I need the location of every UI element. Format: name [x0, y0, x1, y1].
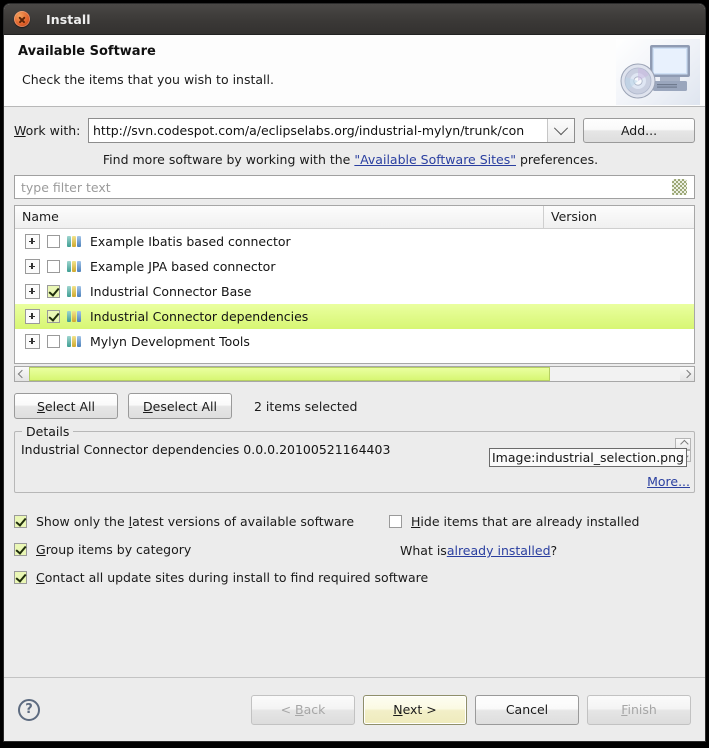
option-show-latest-label: Show only the latest versions of availab… [36, 513, 355, 529]
option-hide-installed-label: Hide items that are already installed [411, 514, 640, 529]
next-button[interactable]: Next > [363, 694, 467, 725]
option-group-by-category-checkbox[interactable] [14, 542, 27, 556]
feature-icon [67, 261, 83, 273]
row-name: Mylyn Development Tools [90, 334, 250, 349]
work-with-label: Work with: [14, 123, 81, 138]
cancel-button[interactable]: Cancel [475, 694, 579, 725]
title-bar: Install [4, 4, 705, 35]
option-group-by-category[interactable]: Group items by category [14, 535, 695, 563]
feature-icon [67, 336, 83, 348]
table-row[interactable]: Industrial Connector dependencies [15, 304, 694, 329]
option-show-latest-checkbox[interactable] [14, 514, 27, 528]
select-all-button[interactable]: Select All [14, 393, 118, 419]
option-hide-installed[interactable]: Hide items that are already installed [389, 514, 639, 529]
page-title: Available Software [18, 44, 156, 59]
table-row[interactable]: Mylyn Development Tools [15, 329, 694, 354]
page-subtitle: Check the items that you wish to install… [22, 72, 274, 87]
computer-disc-icon [616, 39, 700, 105]
work-with-input[interactable]: http://svn.codespot.com/a/eclipselabs.or… [89, 119, 547, 142]
details-legend: Details [22, 424, 74, 439]
option-hide-installed-checkbox[interactable] [389, 515, 402, 528]
already-installed-link[interactable]: already installed [447, 543, 551, 558]
close-icon[interactable] [14, 11, 30, 27]
deselect-all-button[interactable]: Deselect All [128, 393, 232, 419]
row-name: Example Ibatis based connector [90, 234, 291, 249]
selected-count-label: 2 items selected [254, 398, 358, 414]
scroll-left-icon[interactable] [15, 367, 29, 381]
table-row[interactable]: Industrial Connector Base [15, 279, 694, 304]
expand-icon[interactable] [25, 259, 40, 274]
table-row[interactable]: Example Ibatis based connector [15, 229, 694, 254]
feature-icon [67, 311, 83, 323]
work-with-row: Work with: http://svn.codespot.com/a/ecl… [14, 118, 695, 143]
expand-icon[interactable] [25, 309, 40, 324]
column-header-version[interactable]: Version [544, 206, 694, 228]
row-checkbox[interactable] [47, 235, 60, 248]
details-text: Industrial Connector dependencies 0.0.0.… [21, 442, 391, 457]
chevron-down-icon[interactable] [547, 119, 574, 142]
tree-rows: Example Ibatis based connector Example JP… [15, 229, 694, 354]
row-checkbox[interactable] [47, 260, 60, 273]
row-name: Industrial Connector Base [90, 284, 252, 299]
image-filename-tooltip: Image:industrial_selection.png [489, 448, 687, 467]
row-name: Industrial Connector dependencies [90, 309, 309, 324]
dialog-content: Work with: http://svn.codespot.com/a/ecl… [4, 107, 705, 677]
wizard-banner: Available Software Check the items that … [4, 35, 705, 107]
row-checkbox[interactable] [47, 285, 60, 298]
install-dialog-window: Install Available Software Check the ite… [4, 4, 705, 741]
what-is-suffix: ? [550, 543, 558, 558]
eraser-icon[interactable] [672, 179, 687, 195]
work-with-combo[interactable]: http://svn.codespot.com/a/eclipselabs.or… [88, 118, 575, 143]
finish-button[interactable]: Finish [587, 694, 691, 725]
available-sites-hint: Find more software by working with the "… [14, 152, 695, 167]
scroll-track[interactable] [29, 367, 680, 381]
options-group: Show only the latest versions of availab… [14, 507, 695, 591]
horizontal-scrollbar[interactable] [14, 366, 695, 382]
expand-icon[interactable] [25, 234, 40, 249]
expand-icon[interactable] [25, 334, 40, 349]
what-is-prefix: What is [400, 543, 447, 558]
row-name: Example JPA based connector [90, 259, 276, 274]
scroll-right-icon[interactable] [680, 367, 694, 381]
selection-buttons-row: Select All Deselect All 2 items selected [14, 393, 695, 419]
option-group-by-category-label: Group items by category [36, 541, 192, 557]
filter-input[interactable]: type filter text [15, 180, 672, 195]
row-checkbox[interactable] [47, 310, 60, 323]
what-is-already-installed: What is already installed? [400, 543, 557, 558]
question-mark-icon[interactable]: ? [18, 698, 40, 721]
feature-icon [67, 236, 83, 248]
more-link[interactable]: More... [647, 474, 690, 489]
option-contact-all-sites[interactable]: Contact all update sites during install … [14, 563, 695, 591]
tree-header: Name Version [15, 206, 694, 229]
table-row[interactable]: Example JPA based connector [15, 254, 694, 279]
hint-prefix: Find more software by working with the [102, 152, 355, 167]
software-tree[interactable]: Name Version Example Ibatis based connec… [14, 205, 695, 364]
add-site-button[interactable]: Add... [583, 118, 695, 143]
expand-icon[interactable] [25, 284, 40, 299]
feature-icon [67, 286, 83, 298]
back-button[interactable]: < Back [251, 694, 355, 725]
option-contact-all-sites-checkbox[interactable] [14, 570, 27, 584]
column-header-name[interactable]: Name [15, 206, 544, 228]
scroll-thumb[interactable] [29, 367, 550, 381]
option-contact-all-sites-label: Contact all update sites during install … [36, 569, 429, 585]
row-checkbox[interactable] [47, 335, 60, 348]
wizard-buttons: < Back Next > Cancel Finish [251, 694, 691, 725]
hint-suffix: preferences. [515, 152, 599, 167]
filter-box[interactable]: type filter text [14, 175, 695, 199]
window-title: Install [46, 11, 91, 27]
dialog-footer: ? < Back Next > Cancel Finish [4, 677, 705, 741]
available-software-sites-link[interactable]: "Available Software Sites" [354, 152, 516, 167]
